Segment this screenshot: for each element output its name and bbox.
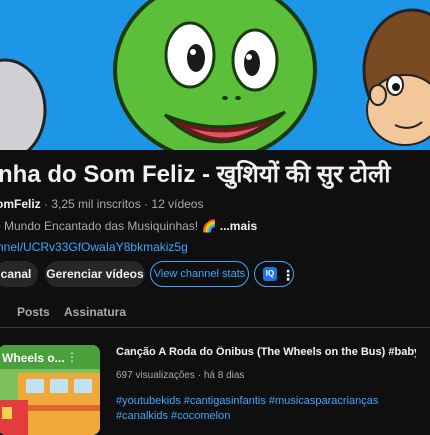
tab-posts[interactable]: Posts [17,305,50,319]
view-channel-stats-button[interactable]: View channel stats [150,261,249,287]
thumbnail-menu-icon[interactable]: ⋮ [66,350,78,364]
hashtags-line[interactable]: #canalkids #cocomelon [116,409,416,424]
hashtags-line[interactable]: #youtubekids #cantigasinfantis #musicasp… [116,394,416,409]
more-link[interactable]: ...mais [220,219,257,233]
channel-banner [0,0,430,150]
channel-title: nha do Som Feliz - खुशियों की सुर टोली [0,161,391,188]
channel-handle: omFeliz [0,197,41,211]
channel-description[interactable]: o Mundo Encantado das Musiquinhas! 🌈 ...… [0,219,257,233]
video-title[interactable]: Canção A Roda do Ônibus (The Wheels on t… [116,346,416,358]
channel-meta: omFeliz · 3,25 mil inscritos · 12 vídeos [0,197,203,211]
video-thumbnail[interactable]: Wheels o... ⋮ [0,345,100,435]
upload-age: há 8 dias [203,370,245,381]
subscriber-count: 3,25 mil inscritos [51,197,141,211]
manage-videos-button[interactable]: Gerenciar vídeos [45,261,145,287]
video-meta: 697 visualizações · há 8 dias [116,370,244,381]
tabs-divider [0,327,430,328]
banner-illustration [0,0,430,150]
video-count: 12 vídeos [151,197,204,211]
view-count: 697 visualizações [116,370,195,381]
customize-channel-button[interactable]: canal [0,261,38,287]
extension-icon: IQ [263,267,277,281]
more-options-icon[interactable]: ⋮ [281,262,295,288]
thumbnail-title: Wheels o... [2,351,65,365]
extension-menu-button[interactable]: IQ ⋮ [254,261,295,288]
description-text: o Mundo Encantado das Musiquinhas! 🌈 [0,219,217,233]
tab-assinatura[interactable]: Assinatura [64,305,126,319]
video-hashtags: #youtubekids #cantigasinfantis #musicasp… [116,394,416,424]
channel-link[interactable]: nnel/UCRv33GfOwaIaY8bkmakiz5g [0,240,188,254]
